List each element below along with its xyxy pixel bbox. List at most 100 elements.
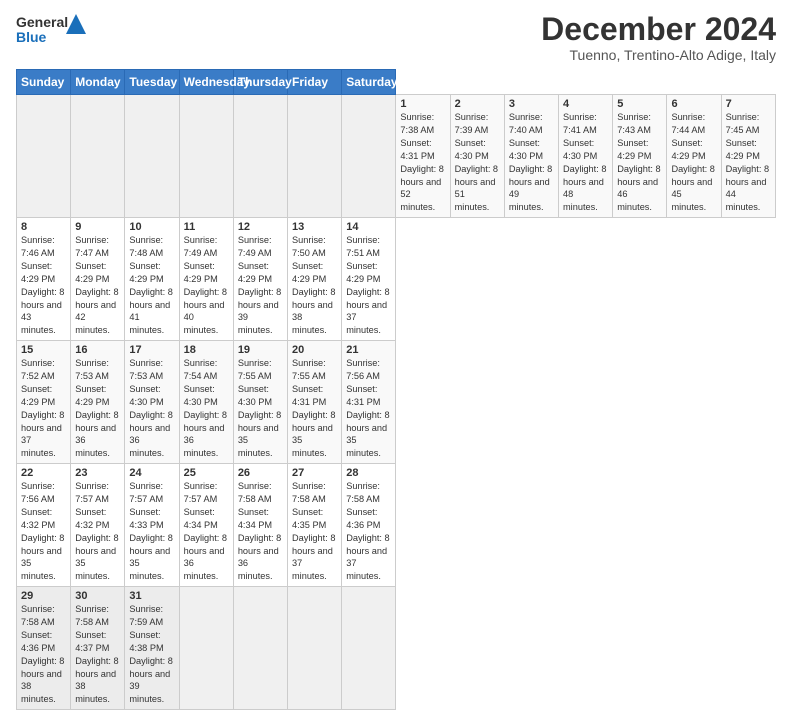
table-row: 26 Sunrise: 7:58 AM Sunset: 4:34 PM Dayl… (233, 464, 287, 587)
table-row: 3 Sunrise: 7:40 AM Sunset: 4:30 PM Dayli… (504, 95, 558, 218)
day-info: Sunrise: 7:59 AM Sunset: 4:38 PM Dayligh… (129, 603, 174, 706)
calendar-week-row: 1 Sunrise: 7:38 AM Sunset: 4:31 PM Dayli… (17, 95, 776, 218)
table-row (233, 95, 287, 218)
table-row: 29 Sunrise: 7:58 AM Sunset: 4:36 PM Dayl… (17, 587, 71, 710)
logo: General Blue (16, 12, 86, 59)
day-info: Sunrise: 7:49 AM Sunset: 4:29 PM Dayligh… (238, 234, 283, 337)
day-info: Sunrise: 7:55 AM Sunset: 4:30 PM Dayligh… (238, 357, 283, 460)
col-friday: Friday (288, 70, 342, 95)
table-row: 27 Sunrise: 7:58 AM Sunset: 4:35 PM Dayl… (288, 464, 342, 587)
table-row: 13 Sunrise: 7:50 AM Sunset: 4:29 PM Dayl… (288, 218, 342, 341)
table-row (342, 587, 396, 710)
day-number: 27 (292, 467, 337, 479)
table-row: 14 Sunrise: 7:51 AM Sunset: 4:29 PM Dayl… (342, 218, 396, 341)
table-row: 15 Sunrise: 7:52 AM Sunset: 4:29 PM Dayl… (17, 341, 71, 464)
header: General Blue December 2024 Tuenno, Trent… (16, 12, 776, 63)
table-row: 1 Sunrise: 7:38 AM Sunset: 4:31 PM Dayli… (396, 95, 450, 218)
table-row: 2 Sunrise: 7:39 AM Sunset: 4:30 PM Dayli… (450, 95, 504, 218)
day-number: 23 (75, 467, 120, 479)
table-row: 9 Sunrise: 7:47 AM Sunset: 4:29 PM Dayli… (71, 218, 125, 341)
table-row: 16 Sunrise: 7:53 AM Sunset: 4:29 PM Dayl… (71, 341, 125, 464)
table-row (233, 587, 287, 710)
day-number: 4 (563, 98, 608, 110)
day-number: 12 (238, 221, 283, 233)
day-info: Sunrise: 7:56 AM Sunset: 4:32 PM Dayligh… (21, 480, 66, 583)
day-number: 21 (346, 344, 391, 356)
day-info: Sunrise: 7:54 AM Sunset: 4:30 PM Dayligh… (184, 357, 229, 460)
table-row (179, 587, 233, 710)
table-row (71, 95, 125, 218)
table-row: 21 Sunrise: 7:56 AM Sunset: 4:31 PM Dayl… (342, 341, 396, 464)
table-row: 12 Sunrise: 7:49 AM Sunset: 4:29 PM Dayl… (233, 218, 287, 341)
day-info: Sunrise: 7:44 AM Sunset: 4:29 PM Dayligh… (671, 111, 716, 214)
day-info: Sunrise: 7:58 AM Sunset: 4:37 PM Dayligh… (75, 603, 120, 706)
day-number: 18 (184, 344, 229, 356)
table-row: 6 Sunrise: 7:44 AM Sunset: 4:29 PM Dayli… (667, 95, 721, 218)
day-info: Sunrise: 7:47 AM Sunset: 4:29 PM Dayligh… (75, 234, 120, 337)
col-wednesday: Wednesday (179, 70, 233, 95)
calendar-page: General Blue December 2024 Tuenno, Trent… (0, 0, 792, 612)
day-info: Sunrise: 7:57 AM Sunset: 4:34 PM Dayligh… (184, 480, 229, 583)
day-info: Sunrise: 7:58 AM Sunset: 4:35 PM Dayligh… (292, 480, 337, 583)
day-info: Sunrise: 7:48 AM Sunset: 4:29 PM Dayligh… (129, 234, 174, 337)
day-info: Sunrise: 7:58 AM Sunset: 4:36 PM Dayligh… (21, 603, 66, 706)
day-info: Sunrise: 7:57 AM Sunset: 4:32 PM Dayligh… (75, 480, 120, 583)
day-info: Sunrise: 7:52 AM Sunset: 4:29 PM Dayligh… (21, 357, 66, 460)
logo-svg: General Blue (16, 12, 86, 59)
day-info: Sunrise: 7:58 AM Sunset: 4:34 PM Dayligh… (238, 480, 283, 583)
col-monday: Monday (71, 70, 125, 95)
day-number: 1 (400, 98, 445, 110)
table-row (342, 95, 396, 218)
day-info: Sunrise: 7:56 AM Sunset: 4:31 PM Dayligh… (346, 357, 391, 460)
day-info: Sunrise: 7:40 AM Sunset: 4:30 PM Dayligh… (509, 111, 554, 214)
table-row: 31 Sunrise: 7:59 AM Sunset: 4:38 PM Dayl… (125, 587, 179, 710)
day-info: Sunrise: 7:45 AM Sunset: 4:29 PM Dayligh… (726, 111, 771, 214)
day-number: 17 (129, 344, 174, 356)
day-number: 14 (346, 221, 391, 233)
day-number: 9 (75, 221, 120, 233)
day-number: 19 (238, 344, 283, 356)
table-row: 28 Sunrise: 7:58 AM Sunset: 4:36 PM Dayl… (342, 464, 396, 587)
day-info: Sunrise: 7:46 AM Sunset: 4:29 PM Dayligh… (21, 234, 66, 337)
day-info: Sunrise: 7:41 AM Sunset: 4:30 PM Dayligh… (563, 111, 608, 214)
day-number: 11 (184, 221, 229, 233)
day-info: Sunrise: 7:58 AM Sunset: 4:36 PM Dayligh… (346, 480, 391, 583)
table-row (288, 95, 342, 218)
calendar-week-row: 8 Sunrise: 7:46 AM Sunset: 4:29 PM Dayli… (17, 218, 776, 341)
table-row: 5 Sunrise: 7:43 AM Sunset: 4:29 PM Dayli… (613, 95, 667, 218)
table-row (125, 95, 179, 218)
table-row: 8 Sunrise: 7:46 AM Sunset: 4:29 PM Dayli… (17, 218, 71, 341)
day-number: 3 (509, 98, 554, 110)
day-number: 30 (75, 590, 120, 602)
calendar-week-row: 15 Sunrise: 7:52 AM Sunset: 4:29 PM Dayl… (17, 341, 776, 464)
day-number: 22 (21, 467, 66, 479)
title-block: December 2024 Tuenno, Trentino-Alto Adig… (541, 12, 776, 63)
month-title: December 2024 (541, 12, 776, 47)
day-info: Sunrise: 7:53 AM Sunset: 4:30 PM Dayligh… (129, 357, 174, 460)
svg-text:General: General (16, 14, 68, 30)
svg-text:Blue: Blue (16, 29, 47, 45)
day-number: 28 (346, 467, 391, 479)
day-info: Sunrise: 7:39 AM Sunset: 4:30 PM Dayligh… (455, 111, 500, 214)
day-number: 31 (129, 590, 174, 602)
day-number: 7 (726, 98, 771, 110)
col-sunday: Sunday (17, 70, 71, 95)
table-row: 10 Sunrise: 7:48 AM Sunset: 4:29 PM Dayl… (125, 218, 179, 341)
table-row: 30 Sunrise: 7:58 AM Sunset: 4:37 PM Dayl… (71, 587, 125, 710)
table-row: 22 Sunrise: 7:56 AM Sunset: 4:32 PM Dayl… (17, 464, 71, 587)
day-number: 25 (184, 467, 229, 479)
day-number: 24 (129, 467, 174, 479)
table-row (179, 95, 233, 218)
day-number: 6 (671, 98, 716, 110)
col-saturday: Saturday (342, 70, 396, 95)
day-number: 15 (21, 344, 66, 356)
day-number: 2 (455, 98, 500, 110)
day-info: Sunrise: 7:55 AM Sunset: 4:31 PM Dayligh… (292, 357, 337, 460)
table-row: 18 Sunrise: 7:54 AM Sunset: 4:30 PM Dayl… (179, 341, 233, 464)
calendar-week-row: 29 Sunrise: 7:58 AM Sunset: 4:36 PM Dayl… (17, 587, 776, 710)
table-row: 11 Sunrise: 7:49 AM Sunset: 4:29 PM Dayl… (179, 218, 233, 341)
day-number: 8 (21, 221, 66, 233)
table-row: 4 Sunrise: 7:41 AM Sunset: 4:30 PM Dayli… (559, 95, 613, 218)
table-row: 7 Sunrise: 7:45 AM Sunset: 4:29 PM Dayli… (721, 95, 775, 218)
table-row (288, 587, 342, 710)
